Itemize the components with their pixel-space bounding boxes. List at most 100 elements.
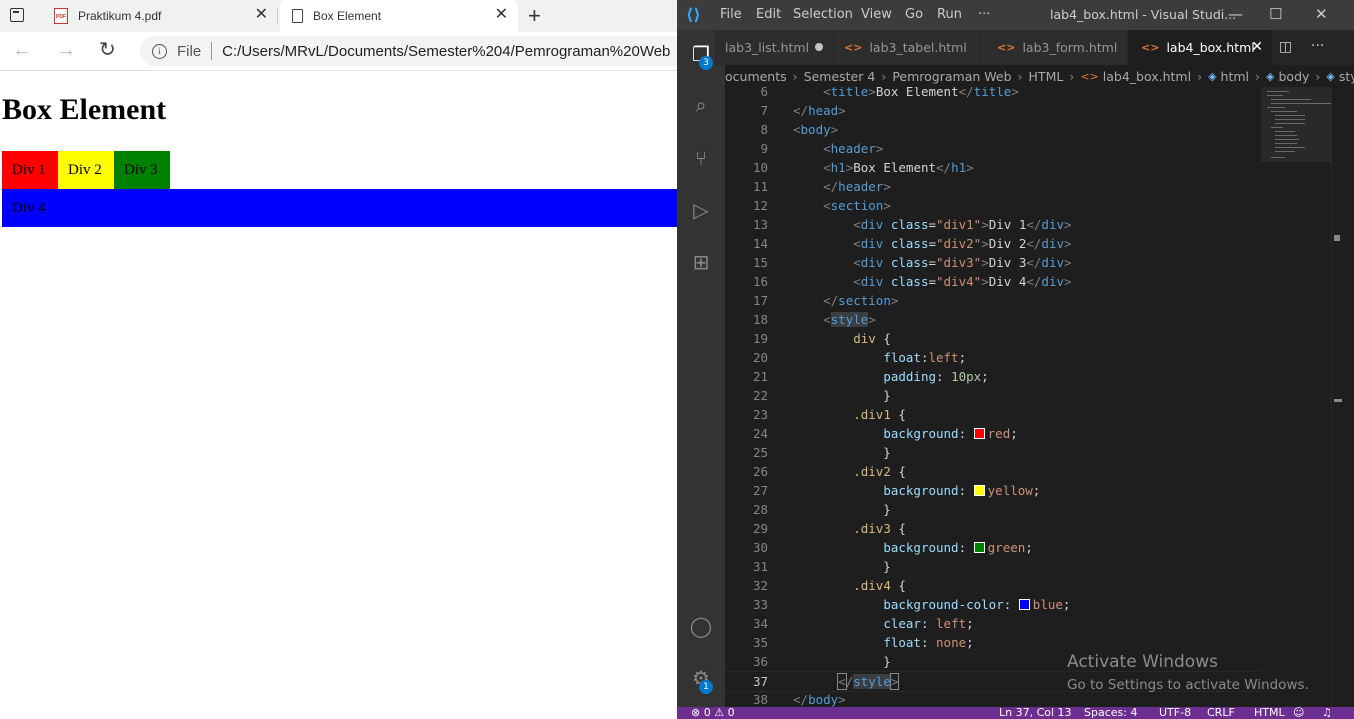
color-swatch-red[interactable] <box>973 428 985 439</box>
close-tab-icon[interactable]: ✕ <box>1251 39 1263 55</box>
color-swatch-green[interactable] <box>973 542 985 553</box>
code-text: <div class="div4">Div 4</div> <box>853 274 1072 289</box>
code-text: } <box>793 559 891 574</box>
code-text: <div class="div2">Div 2</div> <box>853 236 1072 251</box>
html-file-icon: <> <box>1080 69 1099 83</box>
tab-label: lab4_box.html <box>1166 40 1255 55</box>
code-text: <h1>Box Element</h1> <box>823 160 974 175</box>
tab-lab3-tabel[interactable]: <> lab3_tabel.html <box>834 30 981 65</box>
code-line: 11 </header> <box>725 177 1261 196</box>
vscode-logo-icon: ⟨⟩ <box>686 5 701 24</box>
menu-selection[interactable]: Selection <box>793 7 853 22</box>
breadcrumb-item[interactable]: body <box>1279 69 1310 84</box>
code-text: .div4 { <box>853 578 906 593</box>
encoding-status[interactable]: UTF-8 <box>1159 707 1191 719</box>
split-editor-icon[interactable]: ◫ <box>1279 39 1292 55</box>
breadcrumb-item[interactable]: HTML <box>1029 69 1064 84</box>
line-number: 11 <box>752 179 768 194</box>
code-line: 16 <div class="div4">Div 4</div> <box>725 272 1261 291</box>
account-icon[interactable]: ◯ <box>689 614 713 638</box>
line-number: 17 <box>752 293 768 308</box>
menu-view[interactable]: View <box>861 7 892 22</box>
menu-file[interactable]: File <box>720 7 742 22</box>
code-text: <style> <box>823 312 876 327</box>
code-text: <section> <box>823 198 891 213</box>
feedback-icon[interactable]: ☺ <box>1293 707 1304 719</box>
language-mode[interactable]: HTML <box>1254 707 1285 719</box>
vertical-scrollbar[interactable] <box>1331 87 1346 707</box>
indentation-status[interactable]: Spaces: 4 <box>1084 707 1137 719</box>
cursor-position[interactable]: Ln 37, Col 13 <box>999 707 1072 719</box>
color-swatch-blue[interactable] <box>1018 599 1030 610</box>
unsaved-dot-icon <box>815 43 823 51</box>
code-line: 7 </head> <box>725 101 1261 120</box>
new-tab-button[interactable]: + <box>528 5 541 27</box>
breadcrumb-item[interactable]: lab4_box.html <box>1103 69 1191 84</box>
code-text: .div3 { <box>853 521 906 536</box>
code-editor[interactable]: 6 <title>Box Element</title> 7 </head> 8 <… <box>725 87 1261 707</box>
code-text: div { <box>853 331 891 346</box>
line-number: 19 <box>752 331 768 346</box>
breadcrumb-item[interactable]: ocuments <box>725 69 787 84</box>
html-file-icon: <> <box>1141 41 1160 54</box>
code-text: </body> <box>793 692 846 707</box>
file-scheme-label: File <box>177 42 202 60</box>
menu-more[interactable]: ··· <box>978 7 990 22</box>
chevron-right-icon: › <box>1255 68 1261 84</box>
code-line: 14 <div class="div2">Div 2</div> <box>725 234 1261 253</box>
line-number: 30 <box>752 540 768 555</box>
chevron-right-icon: › <box>1017 68 1023 84</box>
back-arrow-icon[interactable]: ← <box>12 38 32 62</box>
code-text: background: green; <box>883 540 1033 555</box>
tab-praktikum-pdf[interactable]: PDF Praktikum 4.pdf ✕ <box>42 0 278 32</box>
tab-lab3-form[interactable]: <> lab3_form.html <box>981 30 1128 65</box>
more-actions-icon[interactable]: ··· <box>1311 38 1324 54</box>
menu-edit[interactable]: Edit <box>756 7 781 22</box>
tab-lab4-box[interactable]: <> lab4_box.html ✕ <box>1128 30 1273 65</box>
info-icon[interactable]: i <box>152 43 167 59</box>
url-text[interactable]: C:/Users/MRvL/Documents/Semester%204/Pem… <box>222 43 670 60</box>
code-line: 31 } <box>725 557 1261 576</box>
eol-status[interactable]: CRLF <box>1207 707 1235 719</box>
code-line: 32 .div4 { <box>725 576 1261 595</box>
code-text: .div2 { <box>853 464 906 479</box>
breadcrumb-item[interactable]: Semester 4 <box>804 69 876 84</box>
minimize-icon[interactable]: — <box>1228 5 1243 23</box>
notifications-bell-icon[interactable]: ♫ <box>1322 707 1332 719</box>
chevron-right-icon: › <box>792 68 798 84</box>
line-number: 31 <box>752 559 768 574</box>
breadcrumb-item[interactable]: style <box>1339 69 1354 84</box>
url-field[interactable]: i File C:/Users/MRvL/Documents/Semester%… <box>140 36 700 66</box>
tab-box-element[interactable]: Box Element ✕ <box>280 0 518 32</box>
close-window-icon[interactable]: ✕ <box>1315 5 1328 23</box>
code-line: 20 float:left; <box>725 348 1261 367</box>
run-debug-icon[interactable]: ▷ <box>689 198 713 222</box>
code-text: } <box>793 445 891 460</box>
color-swatch-yellow[interactable] <box>973 485 985 496</box>
search-icon[interactable]: ⌕ <box>689 93 713 117</box>
source-control-icon[interactable]: ⑂ <box>689 146 713 170</box>
tab-actions-icon[interactable] <box>10 8 24 22</box>
extensions-icon[interactable]: ⊞ <box>689 250 713 274</box>
code-text: float: none; <box>883 635 974 650</box>
element-cube-icon: ◈ <box>1208 69 1217 83</box>
breadcrumb-item[interactable]: Pemrograman Web <box>892 69 1011 84</box>
box-div2: Div 2 <box>58 151 114 189</box>
menu-run[interactable]: Run <box>937 7 962 22</box>
title-bar: ⟨⟩ File Edit Selection View Go Run ··· l… <box>677 0 1354 30</box>
maximize-icon[interactable]: ☐ <box>1269 5 1282 23</box>
line-number: 15 <box>752 255 768 270</box>
close-tab-icon[interactable]: ✕ <box>495 7 508 23</box>
menu-go[interactable]: Go <box>905 7 923 22</box>
code-text: background-color: blue; <box>883 597 1071 612</box>
close-tab-icon[interactable]: ✕ <box>255 7 268 23</box>
tab-lab3-list[interactable]: lab3_list.html <box>715 30 834 65</box>
breadcrumb-item[interactable]: html <box>1221 69 1249 84</box>
html-file-icon: <> <box>844 41 863 54</box>
chevron-right-icon: › <box>1069 68 1075 84</box>
problems-status[interactable]: ⊗ 0 ⚠ 0 <box>691 707 735 719</box>
minimap[interactable] <box>1261 87 1331 707</box>
reload-icon[interactable]: ↻ <box>99 38 116 62</box>
line-number: 20 <box>752 350 768 365</box>
forward-arrow-icon[interactable]: → <box>56 38 76 62</box>
